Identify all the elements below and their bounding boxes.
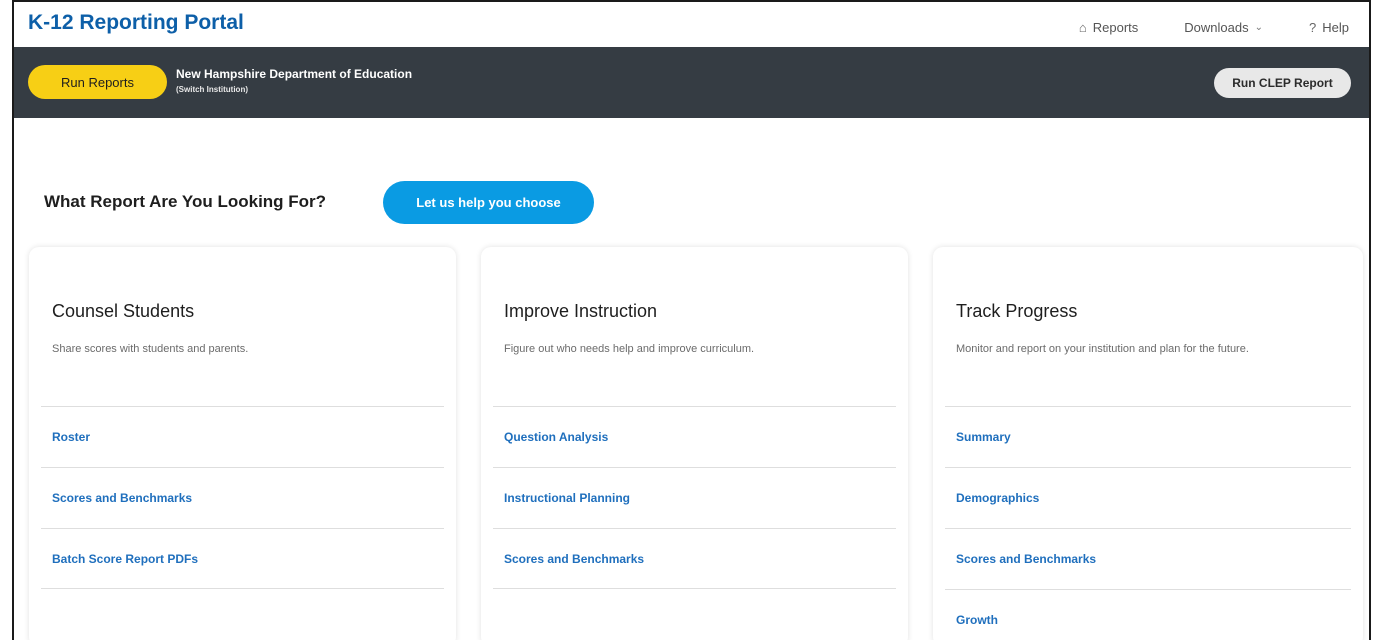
help-choose-button[interactable]: Let us help you choose bbox=[383, 181, 594, 224]
link-summary[interactable]: Summary bbox=[956, 430, 1011, 444]
institution-bar: Run Reports New Hampshire Department of … bbox=[14, 47, 1369, 118]
link-batch-score-report-pdfs[interactable]: Batch Score Report PDFs bbox=[52, 552, 198, 566]
link-scores-and-benchmarks[interactable]: Scores and Benchmarks bbox=[52, 491, 192, 505]
link-row: Question Analysis bbox=[493, 406, 896, 467]
link-row: Scores and Benchmarks bbox=[41, 467, 444, 528]
nav-help-label: Help bbox=[1322, 20, 1349, 35]
card-links: Roster Scores and Benchmarks Batch Score… bbox=[41, 406, 444, 589]
card-title: Track Progress bbox=[956, 301, 1078, 321]
link-scores-and-benchmarks[interactable]: Scores and Benchmarks bbox=[504, 552, 644, 566]
link-row: Roster bbox=[41, 406, 444, 467]
institution-name: New Hampshire Department of Education bbox=[176, 67, 413, 81]
card-links: Question Analysis Instructional Planning… bbox=[493, 406, 896, 589]
top-header: K-12 Reporting Portal ⌂ Reports Download… bbox=[14, 0, 1369, 47]
card-improve-instruction: Improve Instruction Figure out who needs… bbox=[481, 247, 908, 640]
chevron-down-icon: ⌄ bbox=[1254, 22, 1264, 33]
link-row: Batch Score Report PDFs bbox=[41, 528, 444, 589]
link-instructional-planning[interactable]: Instructional Planning bbox=[504, 491, 630, 505]
link-demographics[interactable]: Demographics bbox=[956, 491, 1039, 505]
card-links: Summary Demographics Scores and Benchmar… bbox=[945, 406, 1351, 640]
link-scores-and-benchmarks[interactable]: Scores and Benchmarks bbox=[956, 552, 1096, 566]
card-description: Monitor and report on your institution a… bbox=[956, 343, 1249, 355]
link-roster[interactable]: Roster bbox=[52, 430, 90, 444]
link-row: Scores and Benchmarks bbox=[493, 528, 896, 589]
card-track-progress: Track Progress Monitor and report on you… bbox=[933, 247, 1363, 640]
link-question-analysis[interactable]: Question Analysis bbox=[504, 430, 608, 444]
link-growth[interactable]: Growth bbox=[956, 613, 998, 627]
app-frame: K-12 Reporting Portal ⌂ Reports Download… bbox=[12, 0, 1371, 640]
card-title: Improve Instruction bbox=[504, 301, 658, 321]
run-clep-report-button[interactable]: Run CLEP Report bbox=[1214, 68, 1351, 98]
nav-downloads[interactable]: Downloads ⌄ bbox=[1184, 20, 1263, 35]
home-icon: ⌂ bbox=[1078, 20, 1087, 35]
nav-downloads-label: Downloads bbox=[1184, 20, 1249, 35]
run-reports-button[interactable]: Run Reports bbox=[28, 65, 167, 99]
card-title: Counsel Students bbox=[52, 301, 195, 321]
question-icon: ? bbox=[1309, 20, 1317, 35]
nav-help[interactable]: ? Help bbox=[1309, 20, 1349, 35]
link-row: Growth bbox=[945, 589, 1351, 640]
switch-institution-link[interactable]: (Switch Institution) bbox=[176, 85, 412, 94]
institution-info: New Hampshire Department of Education (S… bbox=[176, 67, 412, 94]
link-row: Instructional Planning bbox=[493, 467, 896, 528]
link-row: Demographics bbox=[945, 467, 1351, 528]
page-question: What Report Are You Looking For? bbox=[44, 192, 327, 211]
card-description: Figure out who needs help and improve cu… bbox=[504, 343, 755, 355]
card-counsel-students: Counsel Students Share scores with stude… bbox=[29, 247, 456, 640]
link-row: Summary bbox=[945, 406, 1351, 467]
link-row: Scores and Benchmarks bbox=[945, 528, 1351, 589]
nav-reports[interactable]: ⌂ Reports bbox=[1079, 20, 1138, 35]
top-nav: ⌂ Reports Downloads ⌄ ? Help bbox=[1033, 20, 1349, 35]
nav-reports-label: Reports bbox=[1092, 20, 1139, 35]
card-description: Share scores with students and parents. bbox=[52, 343, 249, 355]
portal-title[interactable]: K-12 Reporting Portal bbox=[28, 11, 244, 35]
